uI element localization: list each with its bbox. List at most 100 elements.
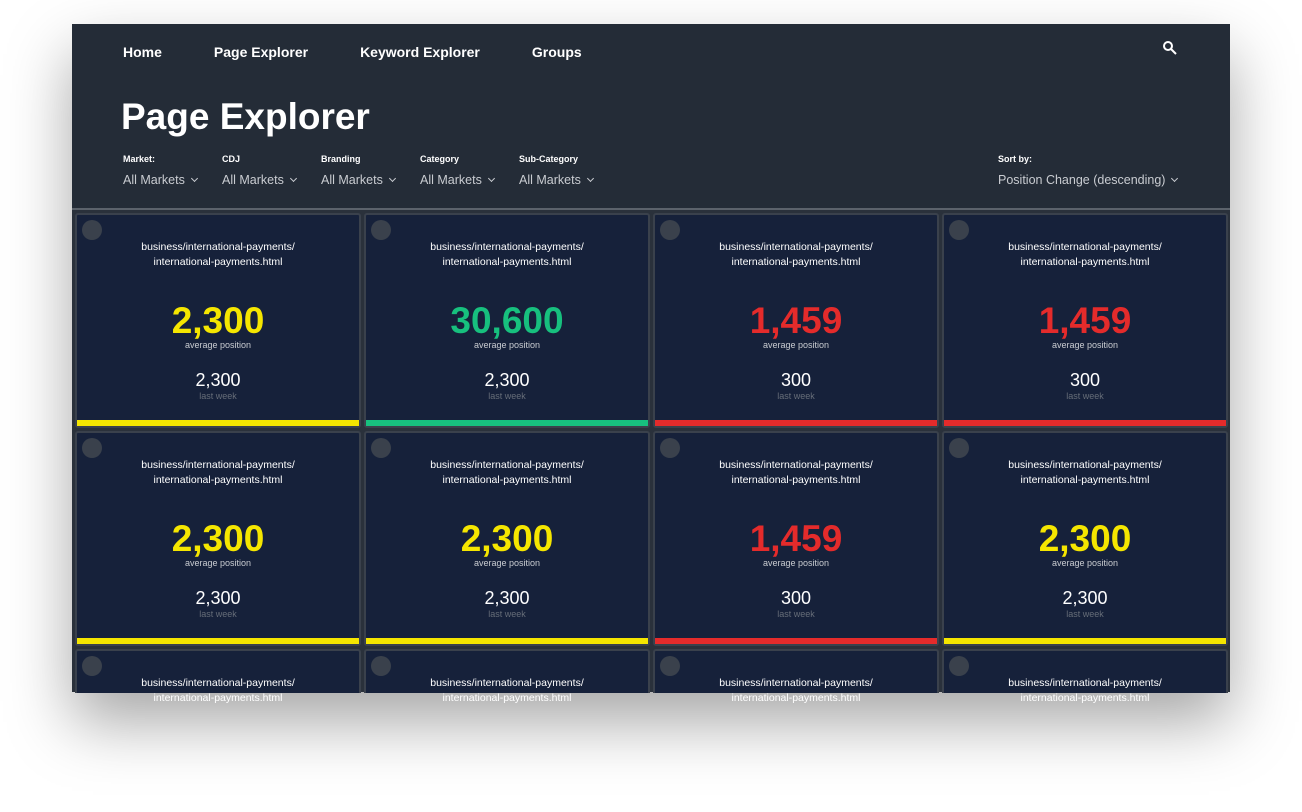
average-position-label: average position (473, 340, 541, 350)
top-nav: Home Page Explorer Keyword Explorer Grou… (123, 44, 634, 60)
status-bar (366, 638, 648, 644)
filters: Market: All Markets CDJ All Markets Brandi… (123, 154, 618, 187)
page-url: business/international-payments/ interna… (1008, 241, 1162, 268)
sort-dropdown[interactable]: Position Change (descending) (998, 173, 1177, 187)
page-card[interactable]: business/international-payments/ interna… (942, 431, 1228, 646)
select-checkbox[interactable] (949, 656, 969, 676)
nav-keyword-explorer[interactable]: Keyword Explorer (360, 44, 480, 60)
page-url: business/international-payments/ interna… (719, 241, 873, 268)
last-week-value: 300 (1069, 370, 1101, 390)
filter-market: Market: All Markets (123, 154, 222, 187)
average-position-label: average position (184, 340, 252, 350)
average-position-label: average position (762, 558, 830, 568)
average-position-label: average position (1051, 340, 1119, 350)
page-url: business/international-payments/ interna… (719, 677, 873, 704)
select-checkbox[interactable] (371, 656, 391, 676)
page-title: Page Explorer (121, 96, 370, 137)
cdj-dropdown[interactable]: All Markets (222, 173, 321, 187)
last-week-value: 2,300 (484, 370, 530, 390)
last-week-label: last week (488, 609, 526, 619)
average-position-value: 30,600 (450, 300, 564, 341)
status-bar (77, 420, 359, 426)
select-checkbox[interactable] (82, 656, 102, 676)
nav-home[interactable]: Home (123, 44, 162, 60)
page-card[interactable]: business/international-payments/ interna… (75, 649, 361, 704)
page-card[interactable]: business/international-payments/ interna… (364, 649, 650, 704)
nav-groups[interactable]: Groups (532, 44, 582, 60)
select-checkbox[interactable] (82, 438, 102, 458)
status-bar (77, 638, 359, 644)
page-card[interactable]: business/international-payments/ interna… (653, 649, 939, 704)
select-checkbox[interactable] (660, 438, 680, 458)
page-card[interactable]: business/international-payments/ interna… (942, 213, 1228, 428)
average-position-label: average position (1051, 558, 1119, 568)
select-checkbox[interactable] (660, 220, 680, 240)
filter-category: Category All Markets (420, 154, 519, 187)
page-url: business/international-payments/ interna… (1008, 459, 1162, 486)
last-week-value: 2,300 (484, 588, 530, 608)
last-week-label: last week (1066, 609, 1104, 619)
filter-cdj: CDJ All Markets (222, 154, 321, 187)
page-card[interactable]: business/international-payments/ interna… (75, 213, 361, 428)
last-week-value: 2,300 (195, 370, 241, 390)
category-dropdown[interactable]: All Markets (420, 173, 519, 187)
page-card[interactable]: business/international-payments/ interna… (942, 649, 1228, 704)
status-bar (944, 420, 1226, 426)
page-url: business/international-payments/ interna… (430, 459, 584, 486)
last-week-label: last week (777, 609, 815, 619)
select-checkbox[interactable] (371, 438, 391, 458)
average-position-label: average position (184, 558, 252, 568)
average-position-value: 2,300 (171, 300, 265, 341)
header: Home Page Explorer Keyword Explorer Grou… (72, 24, 1230, 210)
status-bar (655, 420, 937, 426)
last-week-value: 2,300 (1062, 588, 1108, 608)
page-url: business/international-payments/ interna… (141, 677, 295, 704)
market-dropdown[interactable]: All Markets (123, 173, 222, 187)
average-position-value: 1,459 (1038, 300, 1132, 341)
last-week-value: 300 (780, 588, 812, 608)
page-url: business/international-payments/ interna… (141, 459, 295, 486)
last-week-label: last week (777, 391, 815, 401)
app-window: Home Page Explorer Keyword Explorer Grou… (72, 24, 1230, 704)
page-card[interactable]: business/international-payments/ interna… (75, 431, 361, 646)
filter-sub-category: Sub-Category All Markets (519, 154, 618, 187)
last-week-value: 2,300 (195, 588, 241, 608)
average-position-label: average position (473, 558, 541, 568)
average-position-value: 2,300 (1038, 518, 1132, 559)
page-card-grid: business/international-payments/ interna… (75, 213, 1228, 704)
branding-dropdown[interactable]: All Markets (321, 173, 420, 187)
page-card[interactable]: business/international-payments/ interna… (364, 431, 650, 646)
filter-label: Sub-Category (519, 154, 579, 164)
filter-label: Branding (321, 154, 361, 164)
last-week-label: last week (199, 609, 237, 619)
nav-page-explorer[interactable]: Page Explorer (214, 44, 308, 60)
last-week-label: last week (488, 391, 526, 401)
page-card[interactable]: business/international-payments/ interna… (653, 213, 939, 428)
select-checkbox[interactable] (660, 656, 680, 676)
status-bar (944, 638, 1226, 644)
filter-label: Market: (123, 154, 156, 164)
page-url: business/international-payments/ interna… (1008, 677, 1162, 704)
sub-category-dropdown[interactable]: All Markets (519, 173, 618, 187)
page-card[interactable]: business/international-payments/ interna… (364, 213, 650, 428)
filter-label: CDJ (222, 154, 241, 164)
status-bar (366, 420, 648, 426)
sort-label: Sort by: (998, 154, 1033, 164)
page-url: business/international-payments/ interna… (430, 677, 584, 704)
page-url: business/international-payments/ interna… (141, 241, 295, 268)
select-checkbox[interactable] (82, 220, 102, 240)
filter-branding: Branding All Markets (321, 154, 420, 187)
average-position-label: average position (762, 340, 830, 350)
select-checkbox[interactable] (371, 220, 391, 240)
select-checkbox[interactable] (949, 438, 969, 458)
average-position-value: 2,300 (460, 518, 554, 559)
average-position-value: 1,459 (749, 518, 843, 559)
status-bar (655, 638, 937, 644)
page-url: business/international-payments/ interna… (719, 459, 873, 486)
select-checkbox[interactable] (949, 220, 969, 240)
last-week-label: last week (1066, 391, 1104, 401)
average-position-value: 2,300 (171, 518, 265, 559)
sort-control: Sort by: Position Change (descending) (998, 154, 1177, 187)
page-card[interactable]: business/international-payments/ interna… (653, 431, 939, 646)
search-icon[interactable] (1162, 40, 1178, 56)
